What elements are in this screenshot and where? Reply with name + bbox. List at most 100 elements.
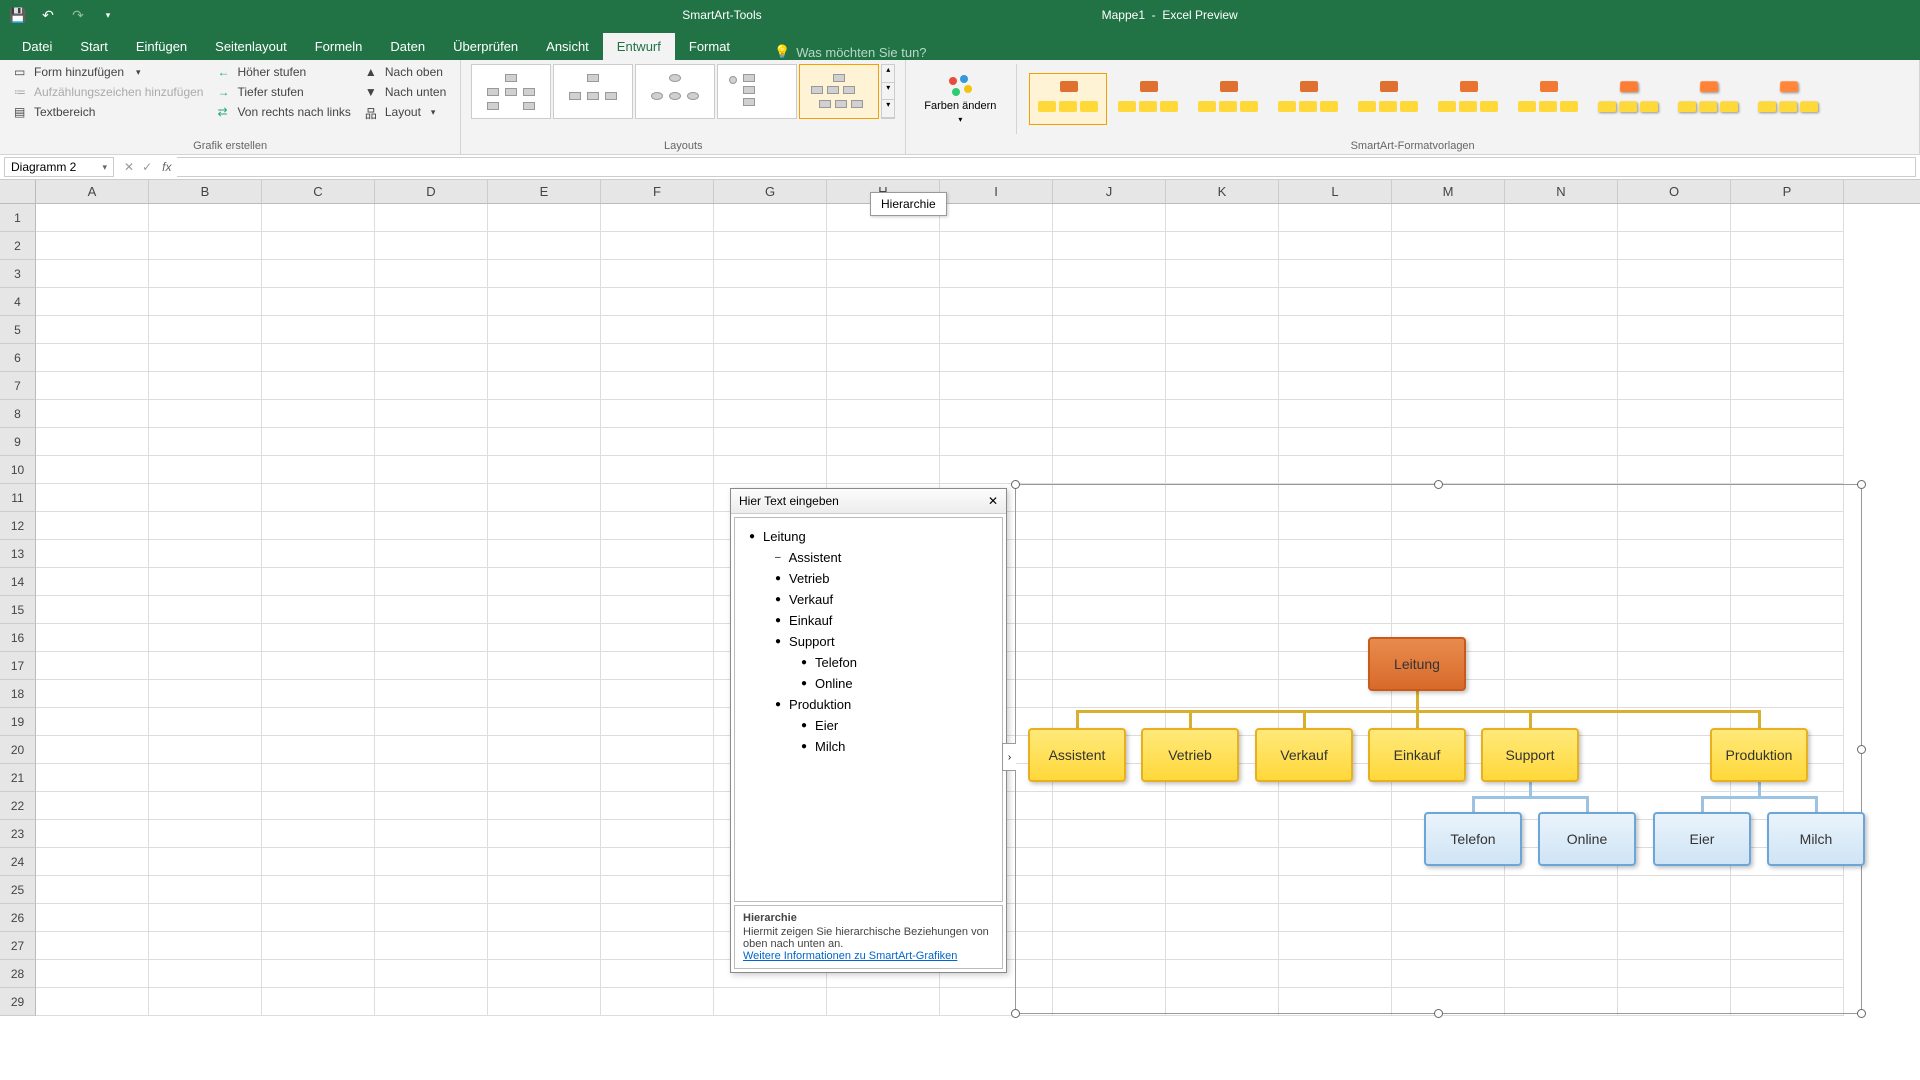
cell[interactable] — [262, 988, 375, 1016]
cell[interactable] — [488, 708, 601, 736]
cell[interactable] — [601, 988, 714, 1016]
cell[interactable] — [827, 400, 940, 428]
cell[interactable] — [940, 344, 1053, 372]
cell[interactable] — [488, 848, 601, 876]
cell[interactable] — [488, 260, 601, 288]
cell[interactable] — [488, 568, 601, 596]
cell[interactable] — [1166, 232, 1279, 260]
cell[interactable] — [36, 288, 149, 316]
cell[interactable] — [1392, 372, 1505, 400]
chevron-down-icon[interactable]: ▾ — [102, 162, 107, 173]
cell[interactable] — [940, 288, 1053, 316]
cell[interactable] — [375, 456, 488, 484]
node-eier[interactable]: Eier — [1653, 812, 1751, 866]
cell[interactable] — [149, 792, 262, 820]
cell[interactable] — [601, 456, 714, 484]
cell[interactable] — [488, 204, 601, 232]
cell[interactable] — [149, 512, 262, 540]
layout-thumb-4[interactable] — [717, 64, 797, 119]
cell[interactable] — [262, 540, 375, 568]
cell[interactable] — [1618, 232, 1731, 260]
cell[interactable] — [601, 596, 714, 624]
cell[interactable] — [601, 652, 714, 680]
cell[interactable] — [375, 260, 488, 288]
cell[interactable] — [1392, 344, 1505, 372]
column-header[interactable]: I — [940, 180, 1053, 203]
cell[interactable] — [149, 288, 262, 316]
cell[interactable] — [488, 484, 601, 512]
smartart-canvas[interactable]: › Leitung AssistentVetriebVerkaufEinkauf… — [1015, 484, 1862, 1014]
cell[interactable] — [1618, 344, 1731, 372]
cell[interactable] — [149, 848, 262, 876]
cell[interactable] — [262, 708, 375, 736]
row-header[interactable]: 1 — [0, 204, 36, 232]
cell[interactable] — [827, 344, 940, 372]
node-assistent[interactable]: Assistent — [1028, 728, 1126, 782]
cell[interactable] — [488, 792, 601, 820]
cell[interactable] — [601, 736, 714, 764]
cell[interactable] — [714, 260, 827, 288]
cell[interactable] — [1392, 232, 1505, 260]
text-pane-item[interactable]: ●Leitung — [745, 526, 992, 547]
form-hinzufuegen-button[interactable]: ▭ Form hinzufügen ▾ — [10, 64, 207, 80]
cell[interactable] — [601, 260, 714, 288]
cell[interactable] — [1166, 288, 1279, 316]
cell[interactable] — [940, 316, 1053, 344]
cell[interactable] — [601, 232, 714, 260]
cell[interactable] — [601, 428, 714, 456]
row-header[interactable]: 6 — [0, 344, 36, 372]
cell[interactable] — [262, 288, 375, 316]
cell[interactable] — [488, 624, 601, 652]
text-pane-item[interactable]: ●Verkauf — [745, 589, 992, 610]
tab-ueberpruefen[interactable]: Überprüfen — [439, 33, 532, 60]
row-header[interactable]: 5 — [0, 316, 36, 344]
cell[interactable] — [1053, 456, 1166, 484]
textbereich-button[interactable]: ▤ Textbereich — [10, 104, 207, 120]
column-header[interactable]: F — [601, 180, 714, 203]
column-header[interactable]: L — [1279, 180, 1392, 203]
row-header[interactable]: 17 — [0, 652, 36, 680]
cell[interactable] — [1279, 372, 1392, 400]
cell[interactable] — [714, 232, 827, 260]
cell[interactable] — [488, 680, 601, 708]
column-header[interactable]: C — [262, 180, 375, 203]
tell-me-search[interactable]: 💡 Was möchten Sie tun? — [764, 44, 937, 60]
cell[interactable] — [36, 484, 149, 512]
cell[interactable] — [1505, 428, 1618, 456]
cell[interactable] — [262, 568, 375, 596]
resize-handle[interactable] — [1857, 480, 1866, 489]
cell[interactable] — [149, 540, 262, 568]
cell[interactable] — [375, 568, 488, 596]
cell[interactable] — [1618, 260, 1731, 288]
cell[interactable] — [1166, 372, 1279, 400]
cell[interactable] — [262, 596, 375, 624]
cancel-icon[interactable]: ✕ — [124, 160, 134, 174]
cell[interactable] — [1166, 400, 1279, 428]
cell[interactable] — [149, 624, 262, 652]
cell[interactable] — [488, 988, 601, 1016]
cell[interactable] — [827, 456, 940, 484]
nach-oben-button[interactable]: ▲ Nach oben — [361, 64, 450, 80]
column-header[interactable]: D — [375, 180, 488, 203]
resize-handle[interactable] — [1857, 1009, 1866, 1018]
cell[interactable] — [1731, 260, 1844, 288]
node-einkauf[interactable]: Einkauf — [1368, 728, 1466, 782]
close-icon[interactable]: ✕ — [988, 494, 998, 508]
cell[interactable] — [601, 400, 714, 428]
column-header[interactable]: K — [1166, 180, 1279, 203]
cell[interactable] — [375, 540, 488, 568]
style-thumb-1[interactable] — [1029, 73, 1107, 125]
cell[interactable] — [36, 456, 149, 484]
cell[interactable] — [262, 932, 375, 960]
cell[interactable] — [149, 708, 262, 736]
row-header[interactable]: 28 — [0, 960, 36, 988]
cell[interactable] — [1166, 316, 1279, 344]
resize-handle[interactable] — [1011, 480, 1020, 489]
cell[interactable] — [36, 568, 149, 596]
cell[interactable] — [1053, 316, 1166, 344]
cell[interactable] — [375, 960, 488, 988]
cell[interactable] — [149, 316, 262, 344]
layout-thumb-1[interactable] — [471, 64, 551, 119]
cell[interactable] — [375, 512, 488, 540]
cell[interactable] — [601, 708, 714, 736]
